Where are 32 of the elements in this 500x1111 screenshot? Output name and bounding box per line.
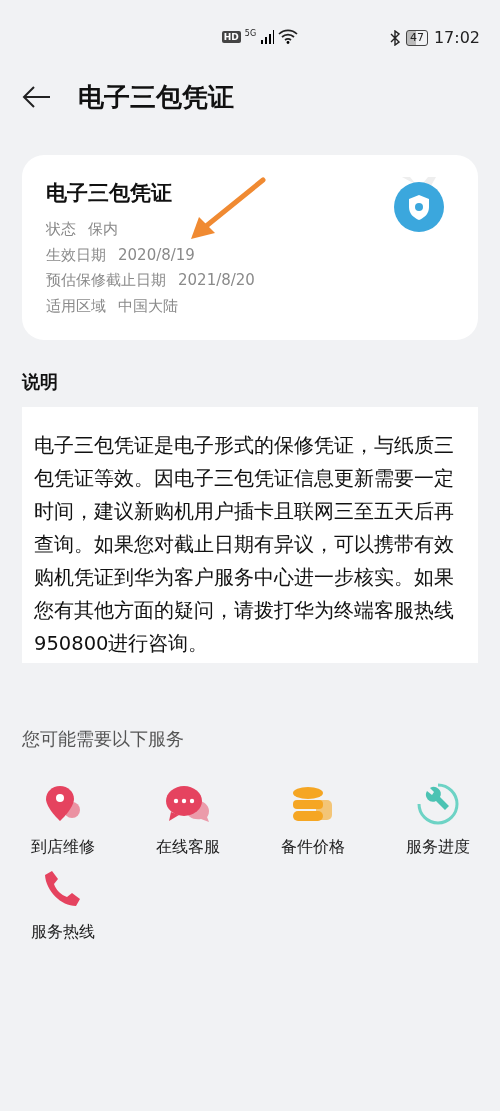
chat-bubble-icon (164, 784, 211, 824)
field-label: 预估保修截止日期 (46, 270, 166, 291)
service-label[interactable]: 服务进度 (405, 837, 470, 858)
network-label: 5G (244, 29, 257, 38)
location-pin-icon (43, 784, 82, 824)
hd-badge: HD (221, 30, 241, 43)
shield-badge-icon (392, 177, 446, 233)
field-value: 2021/8/20 (178, 270, 255, 291)
service-label[interactable]: 到店维修 (30, 837, 95, 858)
clock-time: 17:02 (433, 28, 480, 47)
field-label: 状态 (46, 219, 76, 240)
bluetooth-icon (389, 29, 400, 46)
page-title: 电子三包凭证 (78, 80, 234, 114)
service-label[interactable]: 在线客服 (155, 837, 220, 858)
field-value: 保内 (88, 219, 118, 240)
battery-icon: 47 (405, 29, 428, 46)
field-value: 中国大陆 (118, 295, 178, 317)
field-label: 适用区域 (46, 295, 106, 317)
description-text: 电子三包凭证是电子形式的保修凭证，与纸质三包凭证等效。因电子三包凭证信息更新需要一定时间，建议新购机用户插卡且联网三至五天后再查询。如果您对截止日期有异议，可以携带有效购机凭证到华为客户服务中心进一步核实。如果您有其他方面的疑问，请拨打华为终端客服热线950800进行咨询。 (22, 407, 478, 663)
service-label[interactable]: 备件价格 (280, 837, 345, 858)
card-title: 电子三包凭证 (46, 180, 173, 207)
back-arrow-icon[interactable] (22, 85, 52, 109)
field-value: 2020/8/19 (118, 244, 195, 266)
section-heading: 您可能需要以下服务 (22, 727, 185, 751)
section-heading: 说明 (22, 370, 59, 394)
signal-icon (260, 29, 275, 44)
wifi-icon (278, 29, 299, 44)
coin-stack-icon (291, 786, 334, 822)
field-label: 生效日期 (46, 244, 106, 266)
wrench-progress-icon (416, 783, 459, 825)
phone-icon (42, 869, 83, 909)
service-label[interactable]: 服务热线 (30, 922, 95, 943)
